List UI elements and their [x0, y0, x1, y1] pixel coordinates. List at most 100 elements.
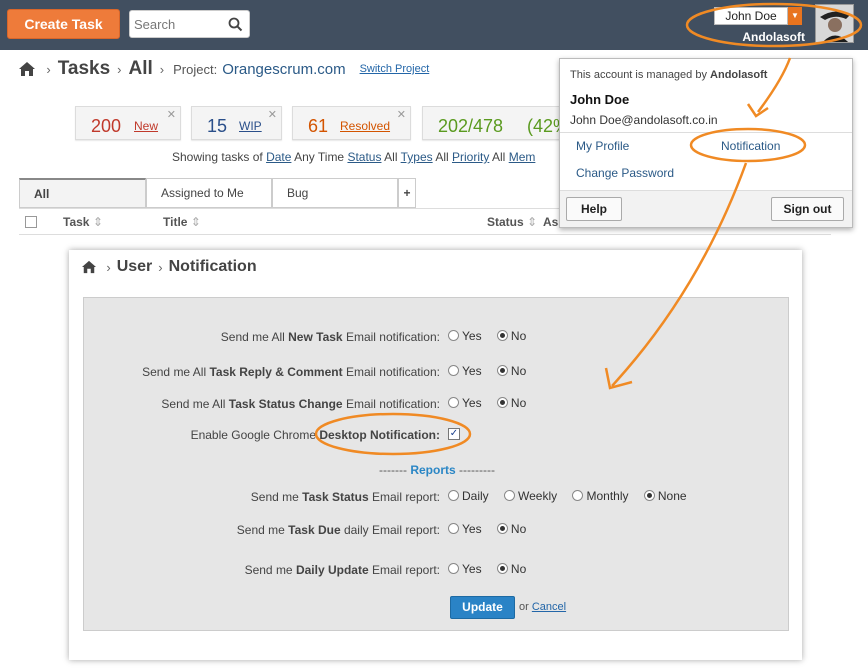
radio-no[interactable]: No	[496, 562, 526, 576]
breadcrumb-tasks[interactable]: Tasks	[58, 58, 110, 79]
setting-label: Enable Google Chrome Desktop Notificatio…	[190, 428, 440, 442]
breadcrumb-all[interactable]: All	[129, 58, 153, 79]
search-input[interactable]	[134, 15, 226, 33]
chevron-right-icon: ›	[106, 259, 111, 275]
update-button[interactable]: Update	[450, 596, 515, 619]
radio-no[interactable]: No	[496, 396, 526, 410]
my-profile-link[interactable]: My Profile	[576, 139, 629, 153]
close-icon[interactable]: ✕	[397, 108, 406, 121]
radio-yes[interactable]: Yes	[448, 562, 482, 576]
radio-none[interactable]: None	[643, 489, 687, 503]
new-task-setting: Send me All New Task Email notification:…	[84, 328, 790, 346]
chevron-down-icon[interactable]: ▼	[788, 7, 802, 25]
breadcrumb: › Tasks › All › Project: Orangescrum.com Switch…	[18, 58, 429, 82]
setting-label: Send me All New Task Email notification:	[220, 330, 440, 344]
radio-daily[interactable]: Daily	[448, 489, 489, 503]
cancel-link[interactable]: Cancel	[532, 601, 566, 613]
change-password-link[interactable]: Change Password	[576, 166, 674, 180]
radio-icon	[448, 365, 459, 377]
filter-members[interactable]: Mem	[509, 150, 536, 164]
stat-count: 200	[91, 116, 122, 136]
filter-date[interactable]: Date	[266, 150, 291, 164]
user-menu-button[interactable]: John Doe	[714, 7, 788, 25]
help-button[interactable]: Help	[566, 197, 622, 221]
tab-bug[interactable]: Bug	[272, 178, 398, 208]
filter-status-value: All	[384, 150, 398, 164]
radio-no[interactable]: No	[496, 329, 526, 343]
home-icon[interactable]	[81, 260, 97, 274]
project-name[interactable]: Orangescrum.com	[222, 61, 345, 78]
managed-by-text: This account is managed by Andolasoft	[570, 69, 768, 81]
account-email: John Doe@andolasoft.co.in	[570, 113, 718, 127]
radio-selected-icon	[643, 490, 655, 502]
radio-yes[interactable]: Yes	[448, 329, 482, 343]
tab-assigned-to-me[interactable]: Assigned to Me	[146, 178, 272, 208]
sign-out-button[interactable]: Sign out	[771, 197, 844, 221]
tab-all[interactable]: All	[19, 178, 146, 208]
stat-count: 61	[308, 116, 329, 136]
filter-types-value: All	[435, 150, 449, 164]
radio-selected-icon	[496, 365, 508, 377]
daily-update-report-setting: Send me Daily Update Email report: Yes N…	[84, 561, 790, 579]
filter-status[interactable]: Status	[347, 150, 381, 164]
task-status-report-setting: Send me Task Status Email report: Daily …	[84, 488, 790, 506]
close-icon[interactable]: ✕	[167, 108, 176, 121]
breadcrumb-notification: Notification	[168, 258, 257, 275]
close-icon[interactable]: ✕	[268, 108, 277, 121]
sort-icon: ⇕	[527, 215, 538, 229]
radio-monthly[interactable]: Monthly	[572, 489, 629, 503]
reports-heading: ------- Reports ---------	[379, 463, 495, 477]
filters-line: Showing tasks of Date Any Time Status Al…	[172, 150, 535, 164]
home-icon[interactable]	[18, 61, 36, 77]
chevron-right-icon: ›	[117, 61, 122, 77]
filter-priority[interactable]: Priority	[452, 150, 489, 164]
sort-icon: ⇕	[190, 215, 201, 229]
notification-link[interactable]: Notification	[721, 139, 780, 153]
task-tabs: All Assigned to Me Bug +	[19, 178, 416, 208]
filters-prefix: Showing tasks of	[172, 150, 263, 164]
radio-no[interactable]: No	[496, 522, 526, 536]
switch-project-link[interactable]: Switch Project	[360, 63, 430, 75]
radio-yes[interactable]: Yes	[448, 396, 482, 410]
column-title[interactable]: Title ⇕	[163, 215, 201, 229]
breadcrumb: › User › Notification	[81, 258, 257, 276]
stat-wip[interactable]: 15 WIP ✕	[191, 106, 282, 140]
desktop-notification-checkbox[interactable]: ✓	[448, 427, 460, 440]
radio-icon	[448, 523, 459, 535]
setting-label: Send me All Task Reply & Comment Email n…	[142, 365, 440, 379]
stat-progress[interactable]: 202/478 (42%	[422, 106, 569, 140]
notification-settings-panel: › User › Notification Send me All New Task …	[69, 250, 802, 660]
radio-selected-icon	[496, 330, 508, 342]
radio-no[interactable]: No	[496, 364, 526, 378]
add-tab-button[interactable]: +	[398, 178, 416, 208]
desktop-notification-setting: Enable Google Chrome Desktop Notificatio…	[84, 426, 790, 444]
search-icon[interactable]	[228, 17, 243, 32]
cancel-group: or Cancel	[519, 601, 567, 613]
radio-selected-icon	[496, 563, 508, 575]
radio-selected-icon	[496, 523, 508, 535]
breadcrumb-user[interactable]: User	[117, 258, 153, 275]
column-task[interactable]: Task ⇕	[63, 215, 103, 229]
avatar[interactable]	[815, 4, 854, 43]
setting-label: Send me Task Status Email report:	[250, 490, 440, 504]
radio-icon	[448, 490, 459, 502]
stat-resolved[interactable]: 61 Resolved ✕	[292, 106, 411, 140]
radio-yes[interactable]: Yes	[448, 522, 482, 536]
task-due-report-setting: Send me Task Due daily Email report: Yes…	[84, 521, 790, 539]
radio-weekly[interactable]: Weekly	[504, 489, 557, 503]
search-box	[129, 10, 250, 38]
select-all-checkbox[interactable]	[25, 216, 37, 228]
task-status-change-setting: Send me All Task Status Change Email not…	[84, 395, 790, 413]
filter-types[interactable]: Types	[401, 150, 433, 164]
create-task-button[interactable]: Create Task	[7, 9, 120, 39]
stat-label[interactable]: New	[134, 119, 158, 133]
radio-icon	[448, 397, 459, 409]
stat-label[interactable]: WIP	[239, 119, 262, 133]
setting-label: Send me Task Due daily Email report:	[236, 523, 440, 537]
stat-label[interactable]: Resolved	[340, 119, 390, 133]
radio-icon	[448, 563, 459, 575]
radio-yes[interactable]: Yes	[448, 364, 482, 378]
column-status[interactable]: Status ⇕	[487, 215, 537, 229]
setting-label: Send me All Task Status Change Email not…	[161, 397, 440, 411]
stat-new[interactable]: 200 New ✕	[75, 106, 181, 140]
